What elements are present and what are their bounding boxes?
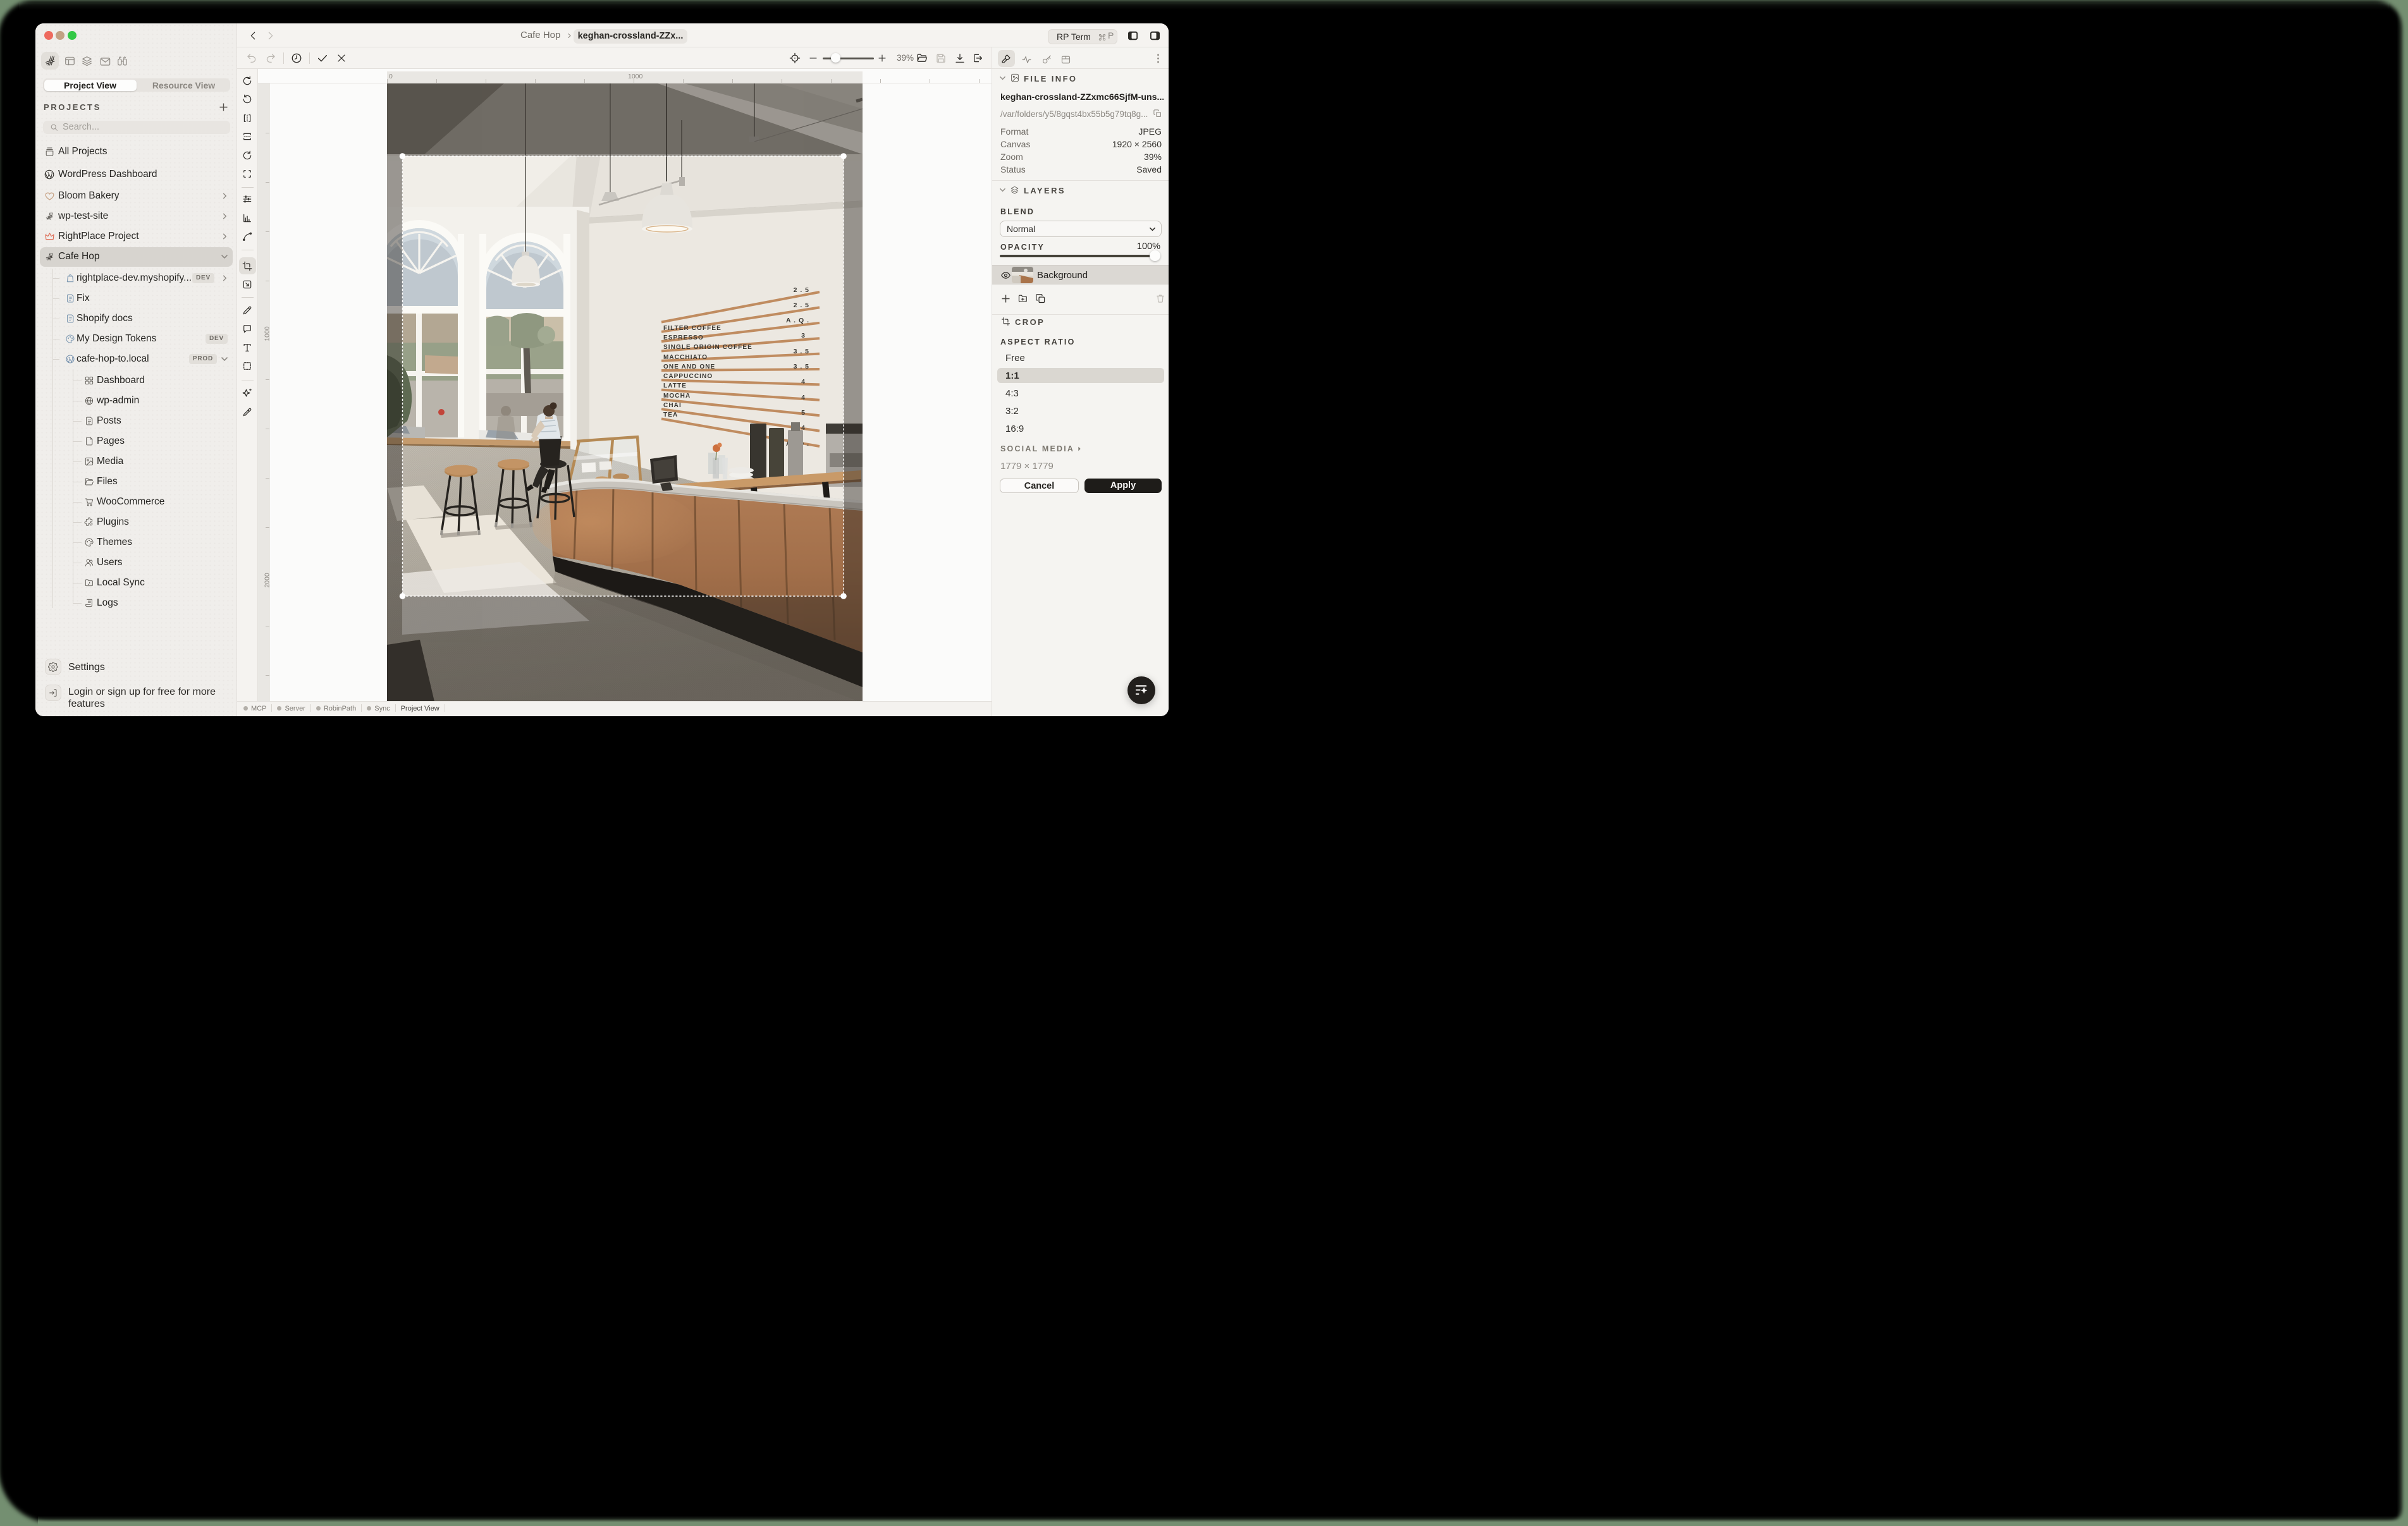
svg-text:CHAI: CHAI [663, 402, 682, 409]
svg-text:5: 5 [801, 409, 806, 417]
svg-text:SINGLE ORIGIN COFFEE: SINGLE ORIGIN COFFEE [663, 344, 752, 351]
svg-text:LATTE: LATTE [663, 382, 687, 389]
svg-text:MACCHIATO: MACCHIATO [663, 354, 708, 361]
svg-text:MOCHA: MOCHA [663, 393, 691, 400]
svg-text:3: 3 [801, 332, 806, 339]
svg-text:CAPPUCCINO: CAPPUCCINO [663, 373, 713, 380]
svg-text:ONE AND ONE: ONE AND ONE [663, 363, 715, 370]
svg-text:4: 4 [801, 378, 806, 386]
svg-text:FILTER COFFEE: FILTER COFFEE [663, 325, 722, 332]
svg-text:ESPRESSO: ESPRESSO [663, 334, 704, 341]
svg-text:TEA: TEA [663, 412, 678, 418]
svg-text:2 . 5: 2 . 5 [794, 286, 809, 294]
svg-text:3 . 5: 3 . 5 [794, 363, 809, 370]
svg-text:2 . 5: 2 . 5 [794, 302, 809, 309]
svg-text:3 . 5: 3 . 5 [794, 348, 809, 355]
svg-text:4: 4 [801, 394, 806, 401]
svg-text:A . Q .: A . Q . [786, 317, 809, 324]
